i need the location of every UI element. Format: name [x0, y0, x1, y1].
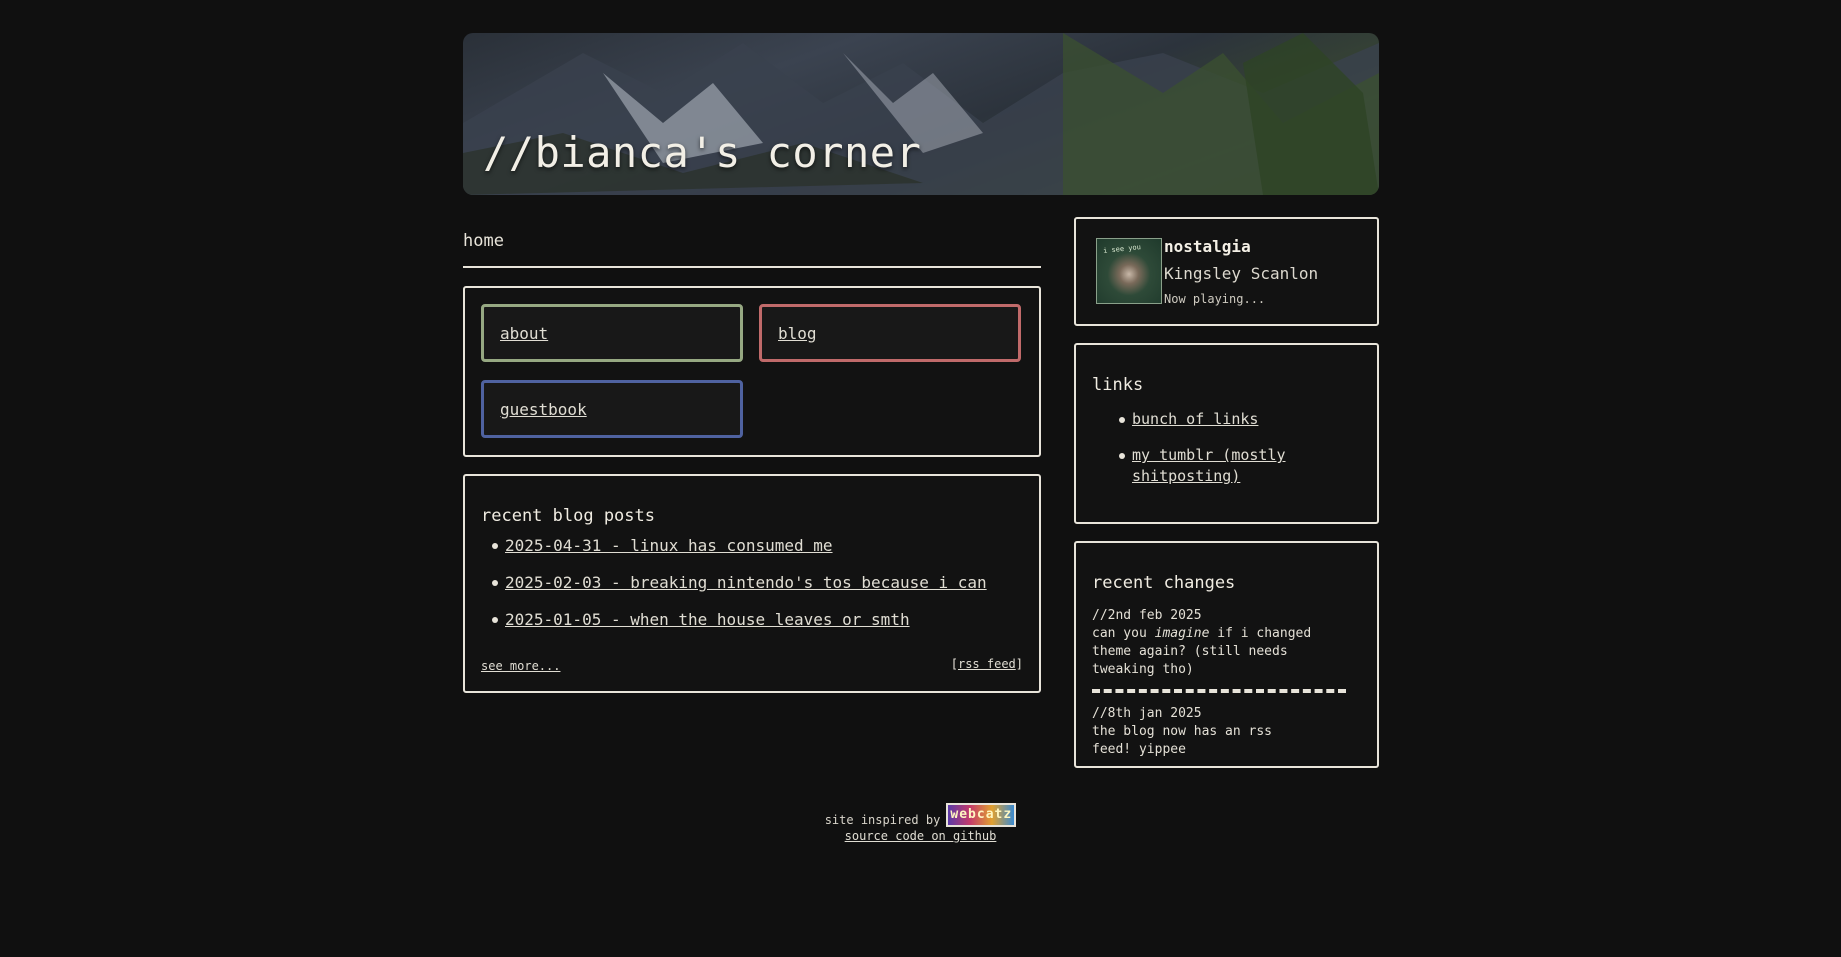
- post-link[interactable]: 2025-01-05 - when the house leaves or sm…: [505, 610, 910, 629]
- change-entry: //8th jan 2025 the blog now has an rss f…: [1092, 705, 1361, 759]
- footer: site inspired by webcatz source code on …: [0, 803, 1841, 843]
- rss-bracket-open: [: [950, 657, 958, 671]
- album-art: i see you: [1096, 238, 1162, 304]
- list-item: 2025-04-31 - linux has consumed me: [481, 536, 1023, 573]
- breadcrumb: home: [463, 218, 1041, 268]
- links-title: links: [1092, 375, 1144, 395]
- divider: [1092, 689, 1346, 693]
- playback-status: Now playing...: [1164, 292, 1266, 306]
- recent-posts-panel: recent blog posts 2025-04-31 - linux has…: [463, 474, 1041, 693]
- source-code-link[interactable]: source code on github: [845, 829, 997, 843]
- nav-button-guestbook[interactable]: guestbook: [481, 380, 743, 438]
- footer-inspired-text: site inspired by: [824, 813, 941, 827]
- rss-feed: [rss feed]: [951, 657, 1023, 671]
- site-title: //bianca's corner: [483, 128, 922, 177]
- nav-about-link[interactable]: about: [500, 324, 548, 343]
- music-player: i see you nostalgia Kingsley Scanlon Now…: [1074, 217, 1379, 326]
- links-panel: links bunch of links my tumblr (mostly s…: [1074, 343, 1379, 524]
- list-item: bunch of links: [1092, 409, 1342, 430]
- link-bunch-of-links[interactable]: bunch of links: [1132, 410, 1258, 428]
- nav-panel: about blog guestbook: [463, 286, 1041, 457]
- track-title: nostalgia: [1164, 237, 1251, 256]
- recent-posts-title: recent blog posts: [481, 506, 655, 526]
- recent-changes-title: recent changes: [1092, 573, 1236, 593]
- link-tumblr[interactable]: my tumblr (mostly shitposting): [1132, 446, 1286, 485]
- list-item: 2025-02-03 - breaking nintendo's tos bec…: [481, 573, 1023, 610]
- change-entry: //2nd feb 2025 can you imagine if i chan…: [1092, 607, 1361, 679]
- rss-bracket-close: ]: [1015, 657, 1023, 671]
- main-column: home about blog guestbook recent blog po…: [463, 218, 1041, 693]
- header-banner: //bianca's corner: [463, 33, 1379, 195]
- sidebar: i see you nostalgia Kingsley Scanlon Now…: [1074, 217, 1379, 768]
- nav-blog-link[interactable]: blog: [778, 324, 817, 343]
- change-text-emphasis: imagine: [1154, 626, 1210, 641]
- see-more-link[interactable]: see more...: [481, 659, 560, 673]
- change-text: can you imagine if i changed theme again…: [1092, 625, 1352, 679]
- webcatz-badge[interactable]: webcatz: [946, 803, 1017, 827]
- list-item: 2025-01-05 - when the house leaves or sm…: [481, 610, 1023, 647]
- track-artist: Kingsley Scanlon: [1164, 264, 1319, 283]
- rss-feed-link[interactable]: rss feed: [958, 657, 1016, 671]
- recent-posts-list: 2025-04-31 - linux has consumed me 2025-…: [481, 536, 1023, 647]
- post-link[interactable]: 2025-04-31 - linux has consumed me: [505, 536, 833, 555]
- nav-guestbook-link[interactable]: guestbook: [500, 400, 587, 419]
- nav-button-blog[interactable]: blog: [759, 304, 1021, 362]
- post-link[interactable]: 2025-02-03 - breaking nintendo's tos bec…: [505, 573, 987, 592]
- breadcrumb-home: home: [463, 231, 504, 251]
- album-art-text: i see you: [1102, 243, 1142, 255]
- change-text: the blog now has an rss feed! yippee: [1092, 724, 1273, 757]
- recent-changes-panel: recent changes //2nd feb 2025 can you im…: [1074, 541, 1379, 768]
- nav-button-about[interactable]: about: [481, 304, 743, 362]
- change-text-part: can you: [1092, 626, 1155, 641]
- links-list: bunch of links my tumblr (mostly shitpos…: [1092, 409, 1361, 487]
- list-item: my tumblr (mostly shitposting): [1092, 445, 1342, 487]
- change-date: //8th jan 2025: [1092, 706, 1202, 721]
- change-date: //2nd feb 2025: [1092, 608, 1202, 623]
